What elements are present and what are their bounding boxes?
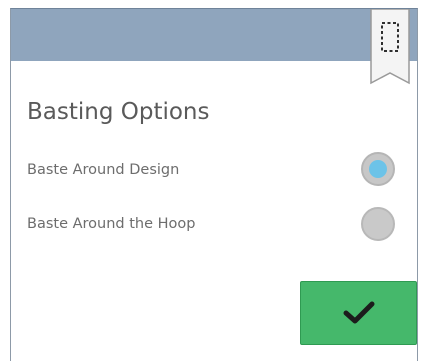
- radio-baste-around-design[interactable]: [361, 152, 395, 186]
- basting-options-dialog: Basting Options Baste Around Design Bast…: [10, 8, 418, 361]
- confirm-button[interactable]: [300, 281, 417, 345]
- radio-baste-around-hoop[interactable]: [361, 207, 395, 241]
- option-label-baste-around-hoop: Baste Around the Hoop: [27, 216, 196, 232]
- option-label-baste-around-design: Baste Around Design: [27, 162, 180, 178]
- dialog-title: Basting Options: [27, 99, 210, 125]
- checkmark-icon: [343, 301, 374, 324]
- radio-selected-dot: [369, 160, 387, 178]
- dialog-header-bar: [11, 9, 417, 61]
- bookmark-frame-icon[interactable]: [369, 9, 411, 85]
